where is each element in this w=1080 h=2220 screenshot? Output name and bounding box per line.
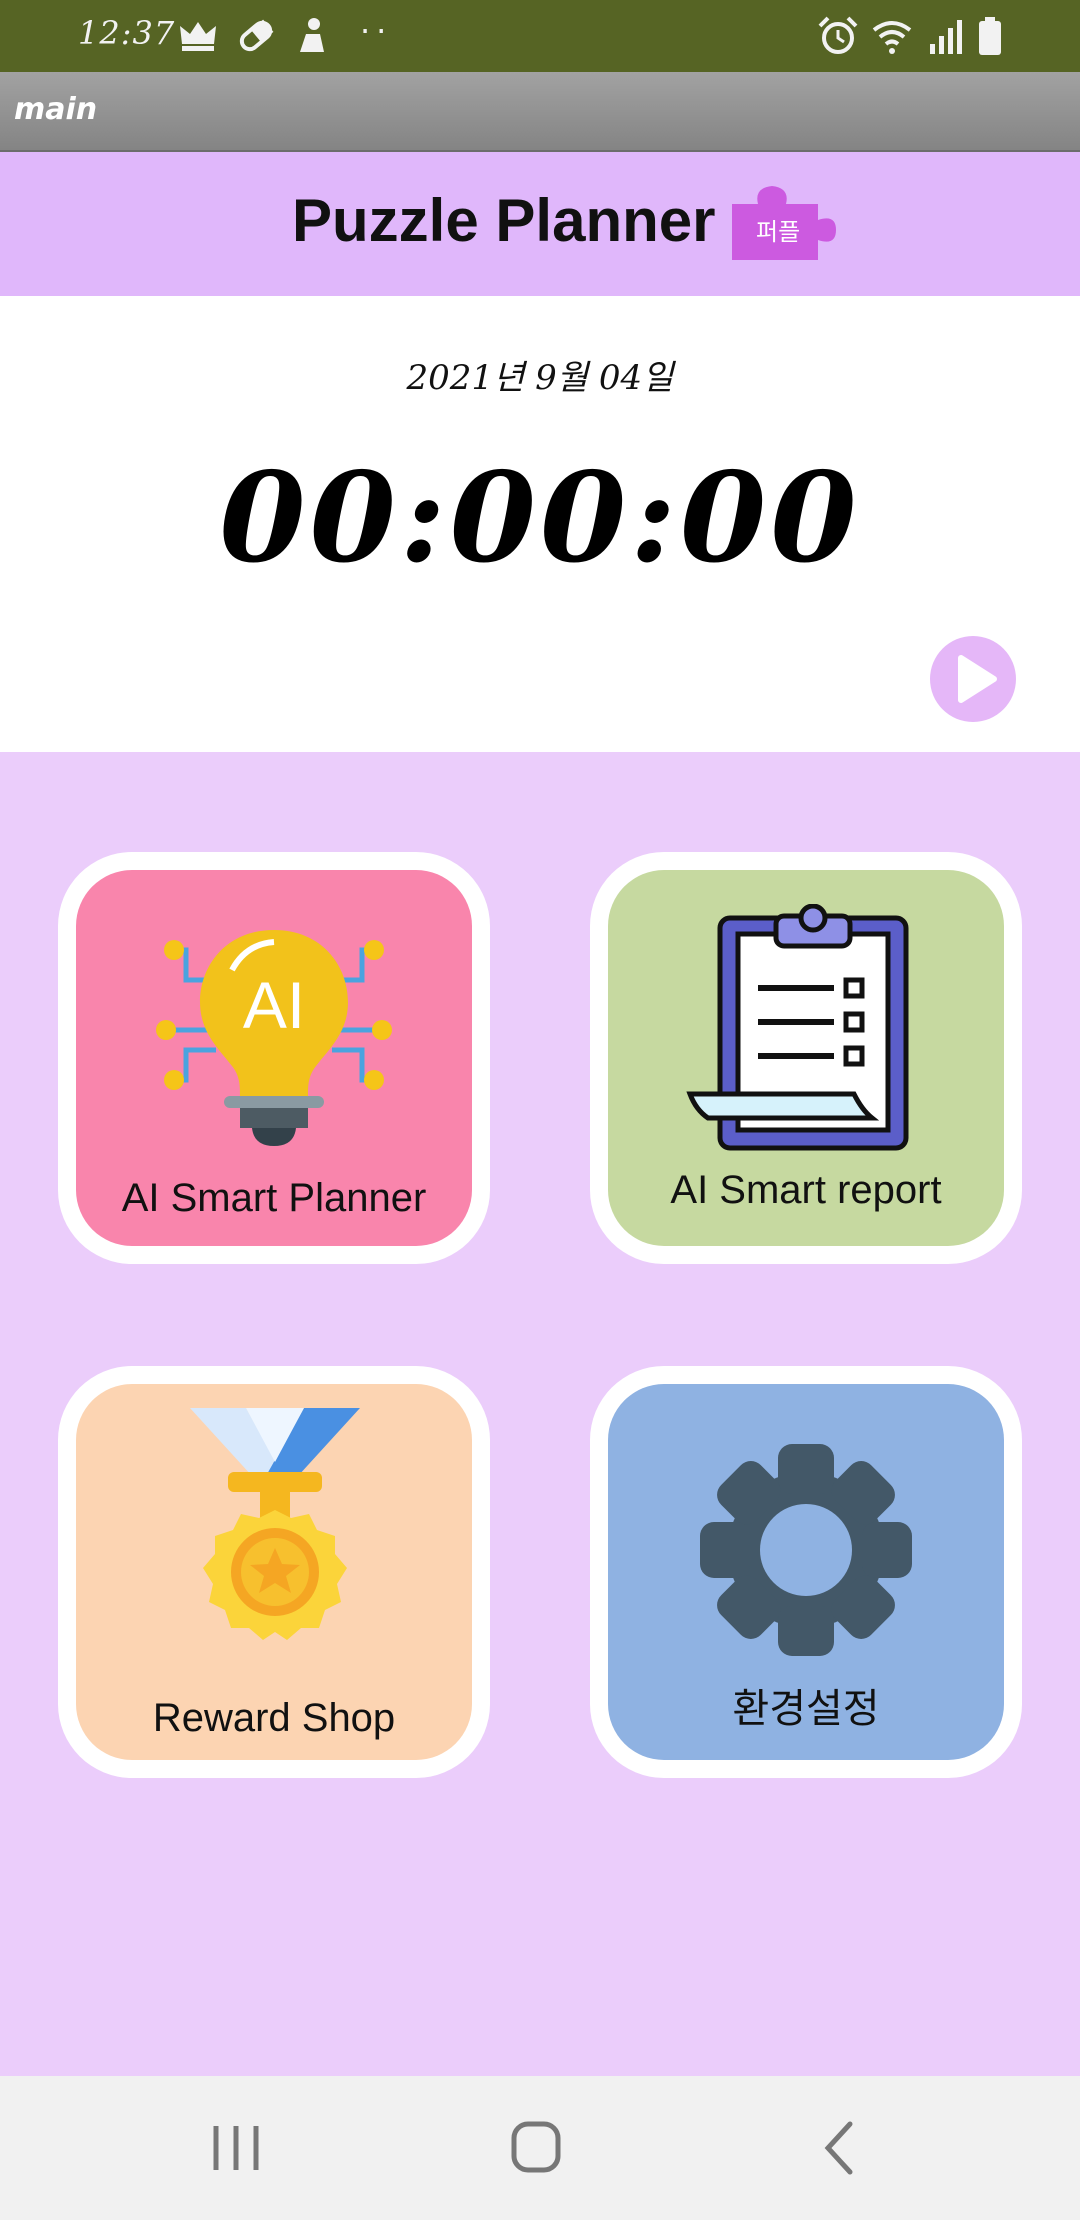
ai-smart-report-tile[interactable]: AI Smart report xyxy=(590,852,1022,1264)
tile-label: AI Smart report xyxy=(670,1168,942,1212)
settings-card: 환경설정 xyxy=(608,1384,1004,1760)
wifi-icon xyxy=(870,14,914,58)
play-icon xyxy=(958,655,997,703)
svg-text:AI: AI xyxy=(243,968,305,1042)
brand-badge-text: 퍼플 xyxy=(756,218,801,246)
date-label: 2021년 9월 04일 xyxy=(406,358,674,398)
status-time: 12:37 xyxy=(78,14,176,52)
tile-label: AI Smart Planner xyxy=(121,1176,427,1220)
brand-title: Puzzle Planner xyxy=(292,187,716,254)
person-icon xyxy=(290,14,334,58)
signal-icon xyxy=(924,14,968,58)
app-header: Puzzle Planner 퍼플 xyxy=(0,152,1080,296)
reward-shop-tile[interactable]: Reward Shop xyxy=(58,1366,490,1778)
alarm-icon xyxy=(816,14,860,58)
app-title-bar: main xyxy=(0,72,1080,152)
app-bar-title: main xyxy=(14,92,98,127)
clipboard-checklist-icon xyxy=(686,904,926,1154)
play-button[interactable] xyxy=(930,636,1016,722)
status-bar: 12:37 ·· xyxy=(0,0,1080,72)
puzzle-piece-icon: 퍼플 xyxy=(728,180,840,270)
ai-smart-planner-card: AI AI Smart Planner xyxy=(76,870,472,1246)
home-icon[interactable] xyxy=(496,2116,576,2180)
crown-icon xyxy=(176,14,220,58)
back-icon[interactable] xyxy=(800,2116,880,2180)
battery-icon xyxy=(968,14,1012,58)
timer-display: 00:00:00 xyxy=(219,446,861,591)
timer-card: 2021년 9월 04일 00:00:00 xyxy=(0,296,1080,752)
tile-label: Reward Shop xyxy=(152,1696,396,1740)
reward-shop-card: Reward Shop xyxy=(76,1384,472,1760)
recent-apps-icon[interactable] xyxy=(196,2116,276,2180)
gear-icon xyxy=(690,1434,922,1666)
medal-icon xyxy=(180,1402,370,1676)
status-more-dots: ·· xyxy=(360,12,393,50)
settings-tile[interactable]: 환경설정 xyxy=(590,1366,1022,1778)
system-nav-bar xyxy=(0,2076,1080,2220)
pill-icon xyxy=(234,14,278,58)
ai-smart-planner-tile[interactable]: AI AI Smart Planner xyxy=(58,852,490,1264)
tile-label: 환경설정 xyxy=(732,1687,880,1731)
ai-lightbulb-icon: AI xyxy=(156,910,392,1160)
ai-smart-report-card: AI Smart report xyxy=(608,870,1004,1246)
